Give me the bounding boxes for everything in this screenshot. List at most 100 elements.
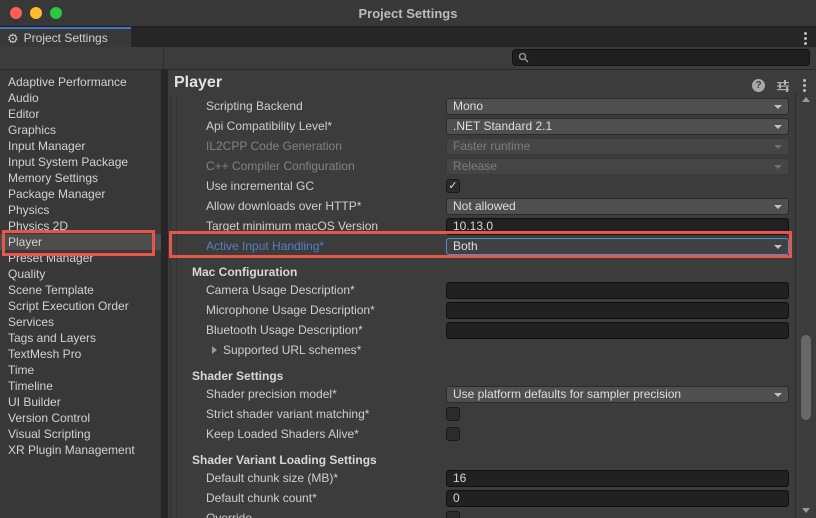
dropdown-api-compatibility-level[interactable]: .NET Standard 2.1: [446, 118, 789, 135]
sidebar-item-visual-scripting[interactable]: Visual Scripting: [0, 426, 161, 442]
section-header-shader-variant-loading-settings: Shader Variant Loading Settings: [168, 452, 789, 468]
sidebar-item-timeline[interactable]: Timeline: [0, 378, 161, 394]
field-label: Strict shader variant matching*: [168, 407, 446, 421]
settings-row-supported-url-schemes[interactable]: Supported URL schemes*: [168, 340, 789, 360]
minimize-button[interactable]: [30, 7, 42, 19]
field-area: Both: [446, 238, 789, 255]
sidebar-item-scene-template[interactable]: Scene Template: [0, 282, 161, 298]
zoom-button[interactable]: [50, 7, 62, 19]
section-label: Mac Configuration: [168, 265, 297, 279]
sidebar-item-adaptive-performance[interactable]: Adaptive Performance: [0, 74, 161, 90]
sidebar-item-input-manager[interactable]: Input Manager: [0, 138, 161, 154]
dropdown-allow-downloads-over-http[interactable]: Not allowed: [446, 198, 789, 215]
sidebar-item-graphics[interactable]: Graphics: [0, 122, 161, 138]
settings-row-c-compiler-configuration: C++ Compiler ConfigurationRelease: [168, 156, 789, 176]
sidebar-item-input-system-package[interactable]: Input System Package: [0, 154, 161, 170]
sidebar-item-quality[interactable]: Quality: [0, 266, 161, 282]
scroll-down-arrow-icon[interactable]: [802, 508, 810, 513]
dropdown-value: Not allowed: [453, 199, 516, 213]
tab-project-settings[interactable]: ⚙ Project Settings: [0, 27, 131, 47]
field-area: 16: [446, 470, 789, 487]
scrollbar-thumb[interactable]: [801, 335, 811, 420]
field-label: Target minimum macOS Version: [168, 219, 446, 233]
search-input[interactable]: [512, 49, 810, 66]
close-button[interactable]: [10, 7, 22, 19]
checkbox-use-incremental-gc[interactable]: ✓: [446, 179, 460, 193]
dropdown-value: Mono: [453, 99, 483, 113]
sidebar-item-memory-settings[interactable]: Memory Settings: [0, 170, 161, 186]
settings-row-api-compatibility-level: Api Compatibility Level*.NET Standard 2.…: [168, 116, 789, 136]
sidebar-item-xr-plugin-management[interactable]: XR Plugin Management: [0, 442, 161, 458]
sidebar-item-physics-2d[interactable]: Physics 2D: [0, 218, 161, 234]
field-label: Supported URL schemes*: [168, 343, 446, 357]
field-label: Override: [168, 511, 446, 518]
input-target-minimum-macos-version[interactable]: 10.13.0: [446, 218, 789, 235]
chevron-down-icon: [774, 205, 782, 209]
field-area: ✓: [446, 179, 789, 193]
settings-sidebar: Adaptive PerformanceAudioEditorGraphicsI…: [0, 70, 161, 518]
field-label: IL2CPP Code Generation: [168, 139, 446, 153]
settings-row-bluetooth-usage-description: Bluetooth Usage Description*: [168, 320, 789, 340]
field-label: C++ Compiler Configuration: [168, 159, 446, 173]
sidebar-item-editor[interactable]: Editor: [0, 106, 161, 122]
input-default-chunk-count[interactable]: 0: [446, 490, 789, 507]
sidebar-item-script-execution-order[interactable]: Script Execution Order: [0, 298, 161, 314]
tab-label: Project Settings: [24, 31, 108, 45]
section-label: Shader Settings: [168, 369, 283, 383]
page-title: Player: [174, 74, 222, 92]
settings-row-shader-precision-model: Shader precision model* Use platform defa…: [168, 384, 789, 404]
field-label: Shader precision model*: [168, 387, 446, 401]
checkbox-strict-shader-variant-matching[interactable]: [446, 407, 460, 421]
field-area: Release: [446, 158, 789, 175]
field-area: [446, 427, 789, 441]
input-default-chunk-size-mb[interactable]: 16: [446, 470, 789, 487]
settings-row-microphone-usage-description: Microphone Usage Description*: [168, 300, 789, 320]
settings-row-active-input-handling: Active Input Handling*Both: [168, 236, 789, 256]
dropdown-value: Both: [453, 239, 478, 253]
foldout-arrow-icon[interactable]: [212, 346, 217, 354]
field-area: .NET Standard 2.1: [446, 118, 789, 135]
input-microphone-usage-description[interactable]: [446, 302, 789, 319]
chevron-down-icon: [774, 393, 782, 397]
input-bluetooth-usage-description[interactable]: [446, 322, 789, 339]
scroll-up-arrow-icon[interactable]: [802, 97, 810, 102]
checkbox-override[interactable]: [446, 511, 460, 518]
field-area: Use platform defaults for sampler precis…: [446, 386, 789, 403]
field-area: [446, 322, 789, 339]
help-icon[interactable]: ?: [752, 79, 765, 92]
player-settings-panel: Player ? Scripting BackendMonoApi Compat…: [168, 70, 816, 518]
kebab-menu-icon[interactable]: [802, 30, 809, 47]
sidebar-item-audio[interactable]: Audio: [0, 90, 161, 106]
dropdown-scripting-backend[interactable]: Mono: [446, 98, 789, 115]
field-area: 10.13.0: [446, 218, 789, 235]
sidebar-item-tags-and-layers[interactable]: Tags and Layers: [0, 330, 161, 346]
sidebar-item-player[interactable]: Player: [0, 234, 161, 250]
dropdown-value: .NET Standard 2.1: [453, 119, 552, 133]
dropdown-shader-precision-model[interactable]: Use platform defaults for sampler precis…: [446, 386, 789, 403]
sidebar-item-preset-manager[interactable]: Preset Manager: [0, 250, 161, 266]
settings-row-camera-usage-description: Camera Usage Description*: [168, 280, 789, 300]
sidebar-item-time[interactable]: Time: [0, 362, 161, 378]
vertical-scrollbar[interactable]: [795, 92, 816, 518]
field-label: Camera Usage Description*: [168, 283, 446, 297]
panel-header: Player: [168, 70, 816, 96]
field-label: Bluetooth Usage Description*: [168, 323, 446, 337]
sidebar-item-services[interactable]: Services: [0, 314, 161, 330]
titlebar: Project Settings: [0, 0, 816, 27]
checkbox-keep-loaded-shaders-alive[interactable]: [446, 427, 460, 441]
toolbar-divider: [163, 47, 164, 69]
project-settings-window: Project Settings ⚙ Project Settings Adap…: [0, 0, 816, 518]
sidebar-item-physics[interactable]: Physics: [0, 202, 161, 218]
sidebar-item-textmesh-pro[interactable]: TextMesh Pro: [0, 346, 161, 362]
sidebar-item-version-control[interactable]: Version Control: [0, 410, 161, 426]
input-camera-usage-description[interactable]: [446, 282, 789, 299]
sidebar-item-package-manager[interactable]: Package Manager: [0, 186, 161, 202]
presets-icon[interactable]: [776, 80, 790, 92]
dropdown-il2cpp-code-generation: Faster runtime: [446, 138, 789, 155]
field-area: Not allowed: [446, 198, 789, 215]
dropdown-value: Use platform defaults for sampler precis…: [453, 387, 681, 401]
settings-row-use-incremental-gc: Use incremental GC✓: [168, 176, 789, 196]
sidebar-item-ui-builder[interactable]: UI Builder: [0, 394, 161, 410]
dropdown-active-input-handling[interactable]: Both: [446, 238, 789, 255]
settings-row-strict-shader-variant-matching: Strict shader variant matching*: [168, 404, 789, 424]
